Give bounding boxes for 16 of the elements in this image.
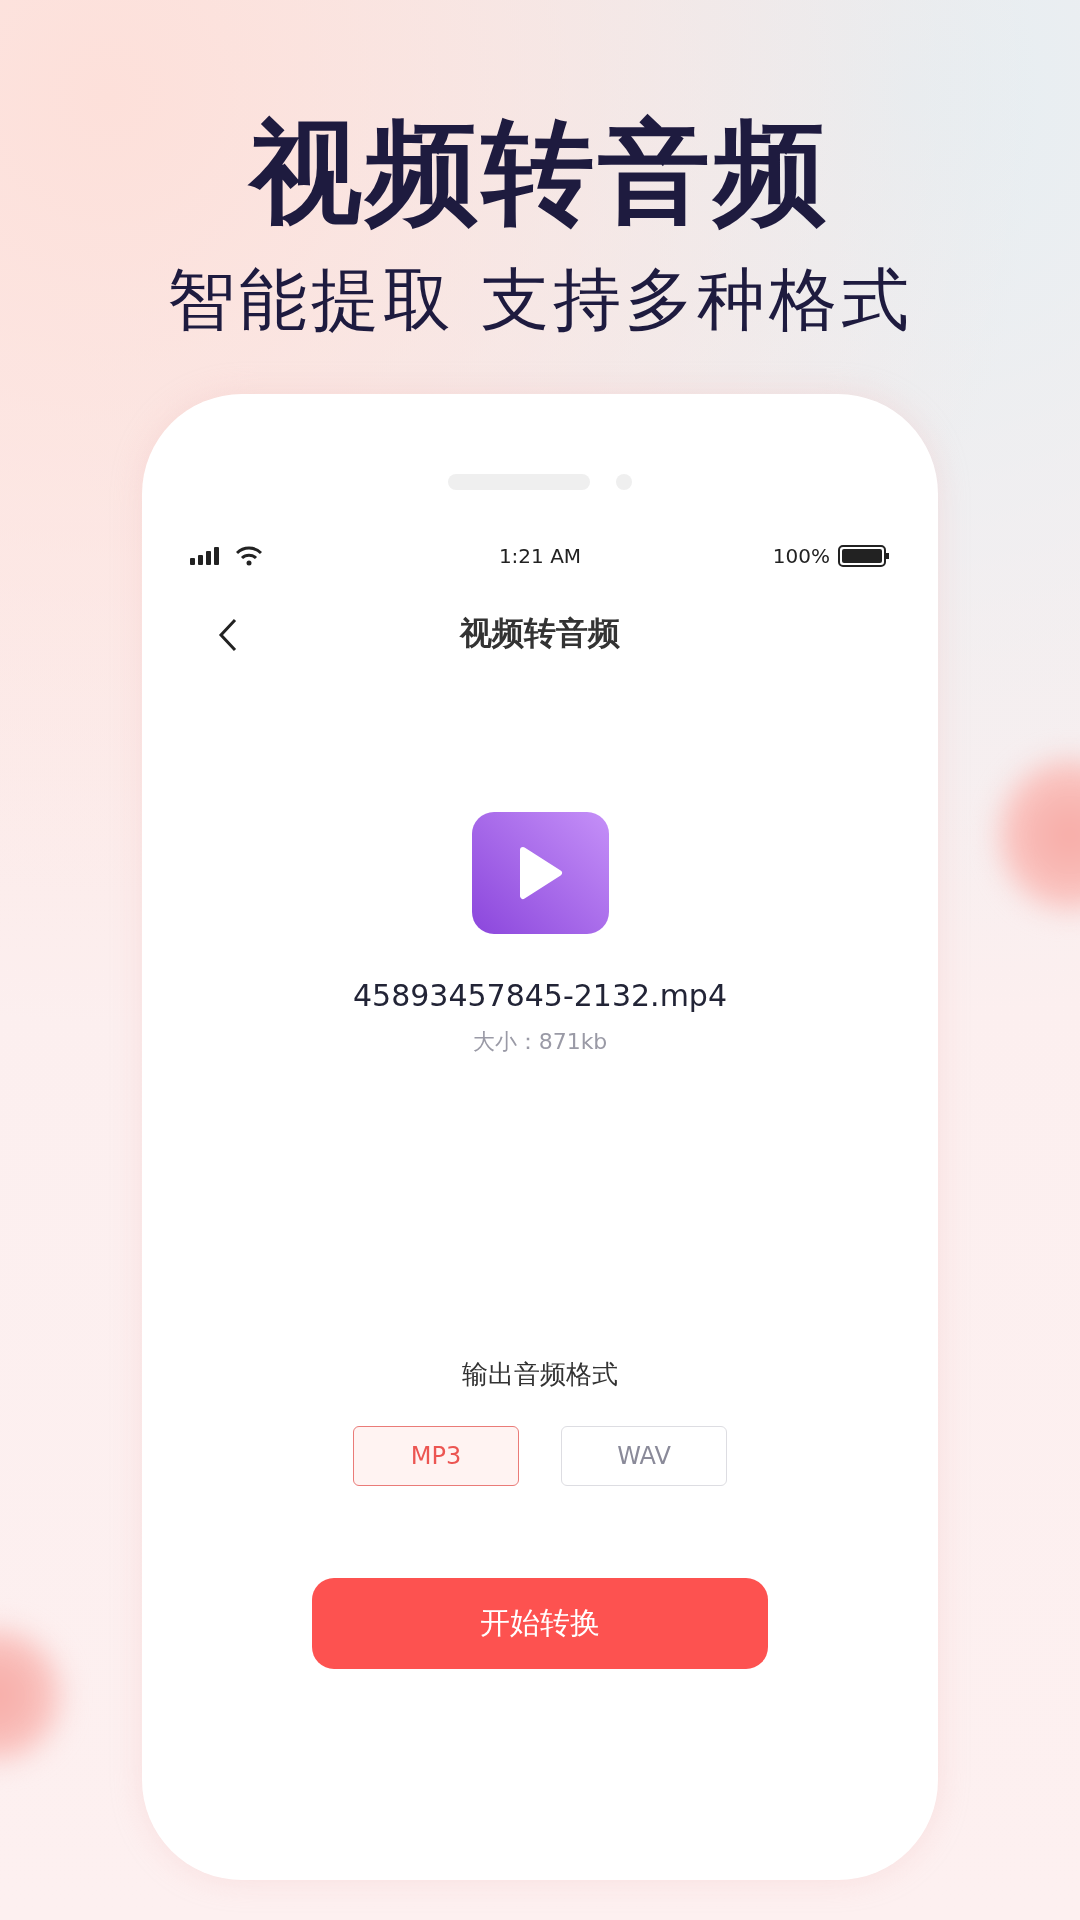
battery-percent: 100% — [772, 544, 830, 569]
subtitle: 智能提取 支持多种格式 — [167, 258, 913, 341]
headline: 视频转音频 — [250, 108, 830, 237]
back-icon[interactable] — [218, 618, 238, 653]
format-option[interactable]: MP3 — [353, 1426, 519, 1487]
file-size: 大小：871kb — [472, 1028, 608, 1057]
start-button[interactable]: 开始转换 — [312, 1578, 768, 1670]
nav-title: 视频转音频 — [460, 613, 620, 655]
format-option[interactable]: WAV — [561, 1426, 727, 1487]
signal-icon — [190, 547, 222, 566]
video-file-icon — [471, 812, 609, 935]
battery-icon — [838, 545, 890, 568]
wifi-icon — [236, 546, 262, 567]
output-format-label: 输出音频格式 — [462, 1358, 618, 1392]
file-name: 45893457845-2132.mp4 — [353, 978, 727, 1014]
status-time: 1:21 AM — [498, 544, 582, 569]
